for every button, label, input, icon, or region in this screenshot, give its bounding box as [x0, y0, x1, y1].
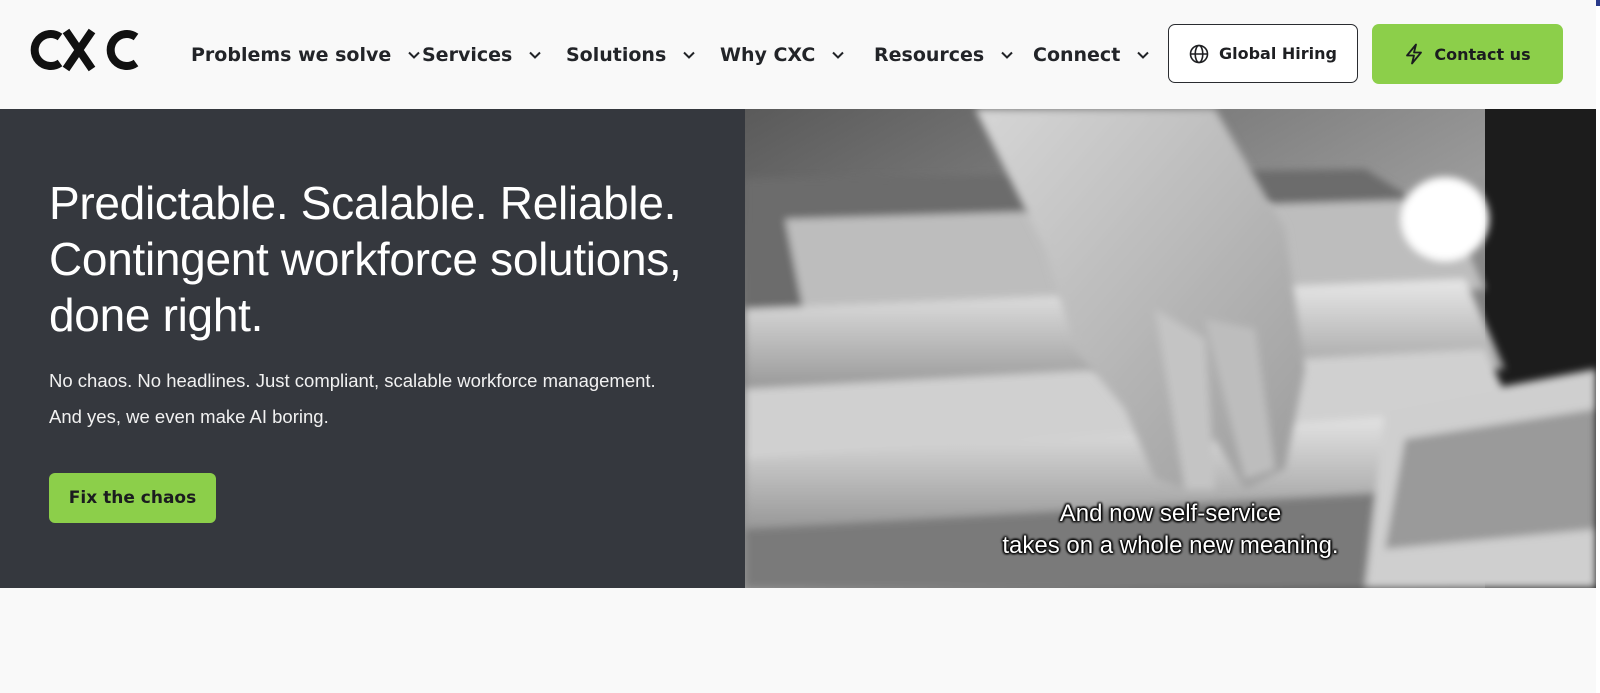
fix-the-chaos-button[interactable]: Fix the chaos [49, 473, 216, 523]
nav-label: Why CXC [720, 44, 816, 66]
contact-us-button[interactable]: Contact us [1372, 24, 1563, 84]
hero-subtitle-line: No chaos. No headlines. Just compliant, … [49, 370, 656, 391]
hero-title-line: Predictable. Scalable. Reliable. [49, 177, 677, 229]
nav-solutions[interactable]: Solutions [566, 40, 696, 70]
hero-title: Predictable. Scalable. Reliable. Conting… [49, 175, 729, 343]
chevron-down-icon [832, 51, 845, 59]
nav-resources[interactable]: Resources [874, 40, 1014, 70]
viewport-edge [1596, 0, 1600, 693]
nav-connect[interactable]: Connect [1033, 40, 1150, 70]
global-hiring-button[interactable]: Global Hiring [1168, 24, 1358, 83]
chevron-down-icon [1137, 51, 1149, 59]
chevron-down-icon [408, 51, 420, 59]
hero-title-line: done right. [49, 289, 264, 341]
chevron-down-icon [529, 51, 542, 59]
globe-icon [1189, 44, 1209, 63]
nav-why-cxc[interactable]: Why CXC [720, 40, 845, 70]
chevron-down-icon [683, 51, 695, 59]
lightning-icon [1406, 43, 1423, 65]
hero-subtitle: No chaos. No headlines. Just compliant, … [49, 363, 729, 435]
nav-services[interactable]: Services [422, 40, 542, 70]
chevron-down-icon [1001, 51, 1013, 59]
cxc-logo[interactable] [26, 27, 144, 73]
nav-problems-we-solve[interactable]: Problems we solve [191, 40, 421, 70]
nav-label: Resources [874, 44, 985, 66]
hero-video[interactable]: And now self-service takes on a whole ne… [745, 109, 1596, 588]
caption-line: And now self-service [1059, 500, 1282, 527]
site-header: Problems we solve Services Solutions Why… [0, 0, 1596, 109]
nav-label: Services [422, 44, 513, 66]
caption-line: takes on a whole new meaning. [1002, 532, 1339, 559]
viewport-edge-mark [1596, 0, 1600, 6]
hero-subtitle-line: And yes, we even make AI boring. [49, 406, 329, 427]
nav-label: Connect [1033, 44, 1121, 66]
nav-label: Problems we solve [191, 44, 392, 66]
hero-panel: Predictable. Scalable. Reliable. Conting… [0, 109, 745, 588]
contact-us-label: Contact us [1434, 44, 1531, 64]
cxc-logo-mark [30, 28, 139, 72]
hero-title-line: Contingent workforce solutions, [49, 233, 682, 285]
global-hiring-label: Global Hiring [1218, 44, 1337, 63]
nav-label: Solutions [566, 44, 667, 66]
